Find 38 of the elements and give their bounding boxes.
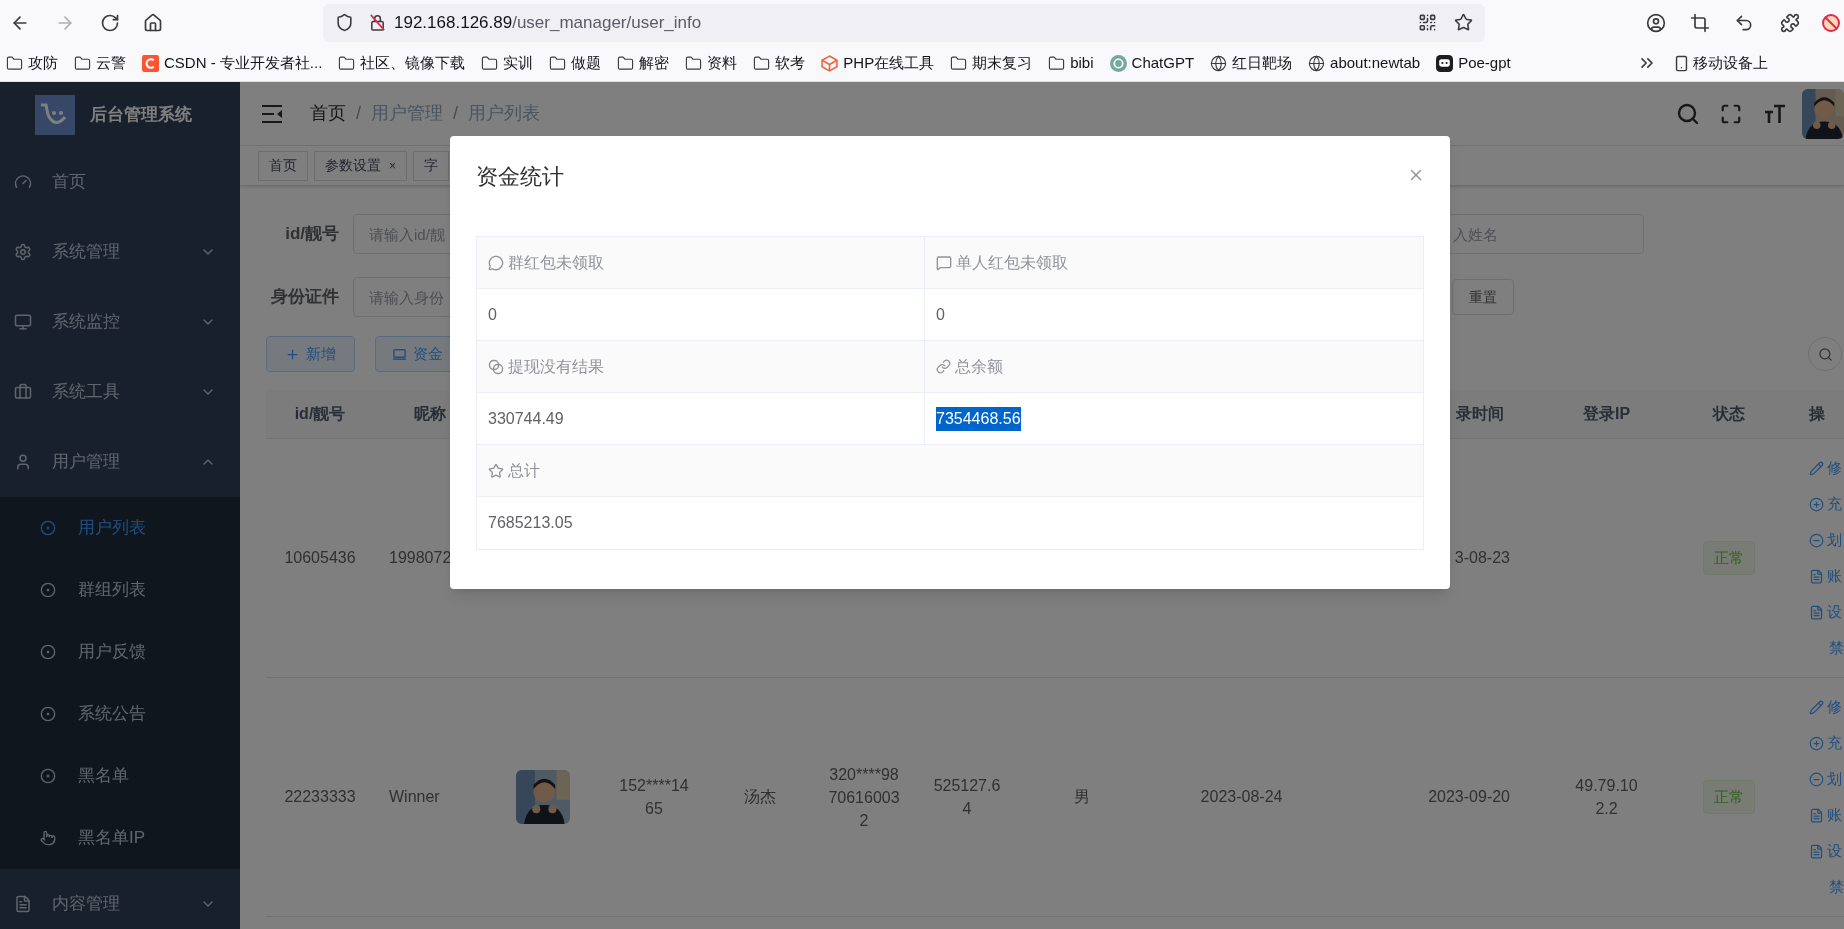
table-cell-text: 3-08-23: [1454, 548, 1510, 568]
column-header: id/靓号: [294, 404, 346, 424]
status-tag: 正常: [1703, 780, 1755, 814]
column-header: 操: [1809, 404, 1825, 424]
column-header: 昵称: [413, 404, 446, 424]
table-cell-text: 男: [1073, 787, 1090, 807]
breadcrumb-separator: /: [356, 102, 361, 125]
table-cell-text: 320****98706160032: [827, 764, 901, 831]
column-header: 登录IP: [1582, 404, 1631, 424]
table-cell-text: Winner: [389, 787, 440, 807]
stat-value: 0: [936, 304, 945, 325]
stat-label: 总计: [508, 460, 540, 481]
stat-label: 群红包未领取: [508, 252, 604, 273]
stat-value: 7354468.56: [936, 406, 1021, 431]
stat-label: 单人红包未领取: [956, 252, 1068, 273]
table-cell-text: 22233333: [284, 787, 356, 807]
column-header: 录时间: [1456, 404, 1504, 424]
stat-value: 330744.49: [488, 408, 564, 429]
field-label: 身份证件: [270, 286, 339, 309]
status-tag: 正常: [1703, 541, 1755, 575]
stat-label: 总余额: [955, 356, 1003, 377]
column-header: 状态: [1713, 404, 1745, 424]
url-host: 192.168.126.89: [394, 11, 513, 34]
table-cell-text: 2023-08-24: [1200, 787, 1283, 807]
breadcrumb-separator: /: [453, 102, 459, 125]
table-cell-text: 49.79.102.2: [1574, 776, 1639, 819]
field-label: id/靓号: [284, 223, 339, 246]
stat-value: 7685213.05: [488, 513, 573, 533]
table-cell-text: 10605436: [284, 548, 356, 568]
table-cell-text: 1998072: [389, 548, 452, 568]
app-title: 后台管理系统: [90, 103, 192, 126]
table-cell-text: 152****1465: [618, 776, 690, 819]
dialog-title: 资金统计: [476, 163, 564, 191]
stat-value: 0: [488, 304, 497, 325]
table-cell-text: 2023-09-20: [1428, 787, 1510, 807]
table-cell-text: 525127.64: [932, 776, 1002, 819]
url-path: /user_manager/user_info: [512, 11, 702, 34]
table-cell-text: 汤杰: [744, 787, 776, 807]
